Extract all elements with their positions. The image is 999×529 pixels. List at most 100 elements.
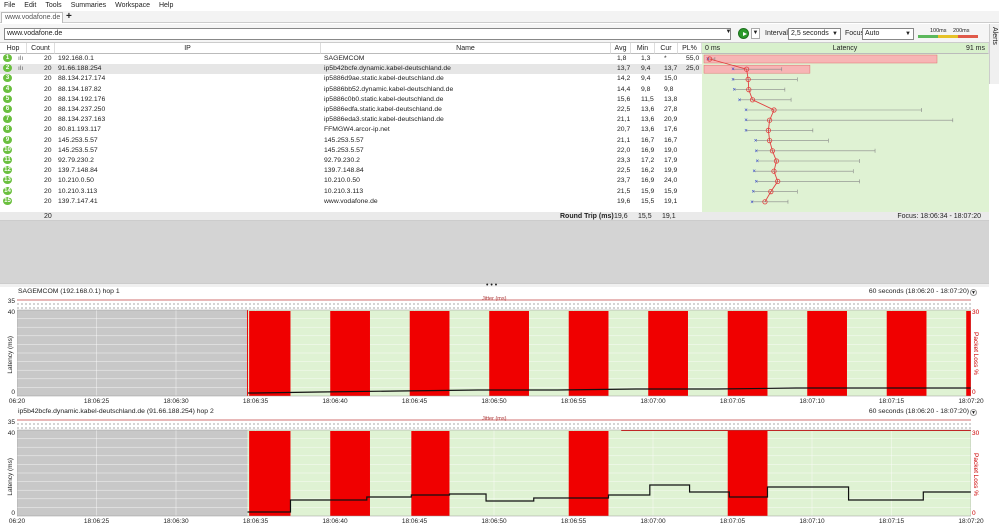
- hop-row[interactable]: 3 20 88.134.217.174 ip5886d9ae.static.kabel…: [0, 74, 704, 84]
- hop-min: 1,3: [641, 55, 651, 62]
- hop-ip: 88.134.217.174: [58, 75, 106, 83]
- min-marker: ×: [751, 190, 755, 196]
- graph-icon[interactable]: ılı: [18, 64, 23, 74]
- hop-min: 13,6: [641, 106, 655, 113]
- hop-row[interactable]: 2 20 91.66.188.254 ip5b42bcfe.dynamic.kabel…: [0, 64, 704, 75]
- chevron-down-icon[interactable]: ▼: [970, 289, 977, 296]
- hop-row[interactable]: 1 20 192.168.0.1 SAGEMCOM 1,8 1,3 * 55,0 ılı: [0, 54, 704, 65]
- alerts-panel[interactable]: Alerts: [989, 24, 999, 84]
- hop-count: 20: [44, 167, 52, 175]
- hop-name: FFMGW4.arcor-ip.net: [324, 126, 390, 134]
- hop-count: 20: [44, 146, 52, 154]
- hop-row[interactable]: 12 20 139.7.148.84 139.7.148.84 22,5 16,2 19,9: [0, 166, 704, 176]
- hop-avg: 22,0: [617, 146, 631, 154]
- hop-min: 16,9: [641, 146, 655, 154]
- x-tick: 18:07:10: [799, 518, 825, 525]
- interval-value: 2,5 seconds: [791, 30, 829, 37]
- min-marker: ×: [755, 149, 759, 155]
- chart1-plot: [17, 299, 971, 397]
- hop-cur: 17,6: [664, 126, 678, 134]
- chart1-title: SAGEMCOM (192.168.0.1) hop 1: [18, 288, 120, 295]
- rt-focus: Focus: 18:06:34 - 18:07:20: [897, 213, 981, 220]
- rt-count: 20: [44, 213, 52, 220]
- x-tick: 18:06:35: [242, 518, 269, 525]
- hop-name: 92.79.230.2: [324, 157, 360, 164]
- hop-name: ip5886eda3.static.kabel-deutschland.de: [324, 116, 444, 124]
- menu-file[interactable]: File: [0, 2, 20, 9]
- menu-workspace[interactable]: Workspace: [111, 2, 155, 9]
- hop-number: 14: [3, 186, 12, 195]
- focus-value: Auto: [865, 30, 880, 37]
- hop-avg: 13,7: [617, 65, 631, 73]
- col-pl[interactable]: PL%: [678, 43, 702, 54]
- graph-icon[interactable]: ılı: [18, 54, 23, 64]
- menu-help[interactable]: Help: [155, 2, 178, 9]
- hop-row[interactable]: 14 20 10.210.3.113 10.210.3.113 21,5 15,9 15,9: [0, 186, 704, 197]
- hop-row[interactable]: 15 20 139.7.147.41 www.vodafone.de 19,6 15,5 1…: [0, 196, 704, 207]
- hop-avg: 23,3: [617, 157, 631, 164]
- hop-cur: 15,0: [664, 75, 678, 83]
- hop-avg: 22,5: [617, 106, 631, 113]
- hop-number: 2: [3, 64, 12, 73]
- packet-loss-bar: [727, 431, 768, 516]
- hop-row[interactable]: 13 20 10.210.0.50 10.210.0.50 23,7 16,9 24,0: [0, 176, 704, 186]
- col-ip[interactable]: IP: [55, 43, 321, 54]
- hop-min: 13,6: [641, 126, 655, 134]
- col-name[interactable]: Name: [321, 43, 611, 54]
- splitter-handle-icon[interactable]: • • •: [486, 282, 497, 289]
- x-tick: 18:06:45: [401, 398, 428, 405]
- interval-select[interactable]: 2,5 seconds ▼: [788, 28, 841, 40]
- menu-summaries[interactable]: Summaries: [67, 2, 111, 9]
- hop-row[interactable]: 6 20 88.134.237.250 ip5886edfa.static.kabel…: [0, 105, 704, 115]
- hop-row[interactable]: 8 20 80.81.193.117 FFMGW4.arcor-ip.net 20,7 1…: [0, 125, 704, 135]
- hop-cur: 19,0: [664, 146, 678, 154]
- col-cur[interactable]: Cur: [655, 43, 678, 54]
- play-icon[interactable]: [738, 28, 749, 39]
- hop-number: 13: [3, 176, 12, 185]
- hop-ip: 192.168.0.1: [58, 55, 94, 62]
- focus-select[interactable]: Auto ▼: [862, 28, 914, 40]
- chevron-down-icon: ▼: [905, 31, 911, 37]
- hop-ip: 10.210.0.50: [58, 177, 94, 185]
- x-tick: 06:20: [8, 518, 26, 525]
- menu-bar: File Edit Tools Summaries Workspace Help: [0, 0, 999, 11]
- hop-row[interactable]: 9 20 145.253.5.57 145.253.5.57 21,1 16,7 16,7: [0, 135, 704, 146]
- hop-row[interactable]: 11 20 92.79.230.2 92.79.230.2 23,3 17,2 17,9: [0, 156, 704, 166]
- play-dropdown-icon[interactable]: ▼: [751, 28, 760, 39]
- hop-count: 20: [44, 106, 52, 113]
- hop-min: 16,7: [641, 136, 655, 144]
- col-avg[interactable]: Avg: [611, 43, 631, 54]
- hop-row[interactable]: 5 20 88.134.192.176 ip5886c0b0.static.kabel…: [0, 94, 704, 105]
- menu-tools[interactable]: Tools: [41, 2, 66, 9]
- chevron-down-icon: ▼: [832, 31, 838, 37]
- hop-cur: 13,8: [664, 95, 678, 103]
- hop-number: 3: [3, 74, 12, 83]
- min-marker: ×: [755, 179, 759, 185]
- x-tick: 18:07:15: [878, 398, 905, 405]
- chevron-down-icon[interactable]: ▼: [725, 29, 732, 39]
- hop-row[interactable]: 4 20 88.134.187.82 ip5886bb52.dynamic.kabel…: [0, 84, 704, 95]
- hop-count: 20: [44, 187, 52, 195]
- col-min[interactable]: Min: [631, 43, 655, 54]
- packet-loss-bar: [249, 311, 291, 396]
- add-tab-button[interactable]: +: [66, 11, 72, 22]
- chevron-down-icon[interactable]: ▼: [970, 409, 977, 416]
- min-marker: ×: [731, 67, 735, 73]
- tab-vodafone[interactable]: www.vodafone.de: [1, 12, 63, 23]
- hop-row[interactable]: 7 20 88.134.237.163 ip5886eda3.static.kabel…: [0, 115, 704, 125]
- hop-cur: *: [664, 55, 667, 62]
- min-marker: ×: [755, 159, 759, 165]
- col-latency[interactable]: 0 ms Latency 91 ms: [702, 43, 989, 54]
- toolbar: www.vodafone.de ▼ ▼ Interval 2,5 seconds…: [0, 24, 989, 43]
- target-input[interactable]: www.vodafone.de: [4, 28, 731, 40]
- round-trip-row: 20 Round Trip (ms) 19,6 15,5 19,1 Focus:…: [0, 212, 989, 221]
- hop-cur: 27,8: [664, 106, 678, 113]
- menu-edit[interactable]: Edit: [20, 2, 41, 9]
- col-count[interactable]: Count: [27, 43, 55, 54]
- col-hop[interactable]: Hop: [0, 43, 27, 54]
- hop-ip: 139.7.147.41: [58, 197, 98, 205]
- min-marker: ×: [731, 77, 735, 83]
- x-tick: 18:06:40: [322, 398, 348, 405]
- hop-ip: 88.134.192.176: [58, 95, 106, 103]
- hop-row[interactable]: 10 20 145.253.5.57 145.253.5.57 22,0 16,9 19,0: [0, 145, 704, 156]
